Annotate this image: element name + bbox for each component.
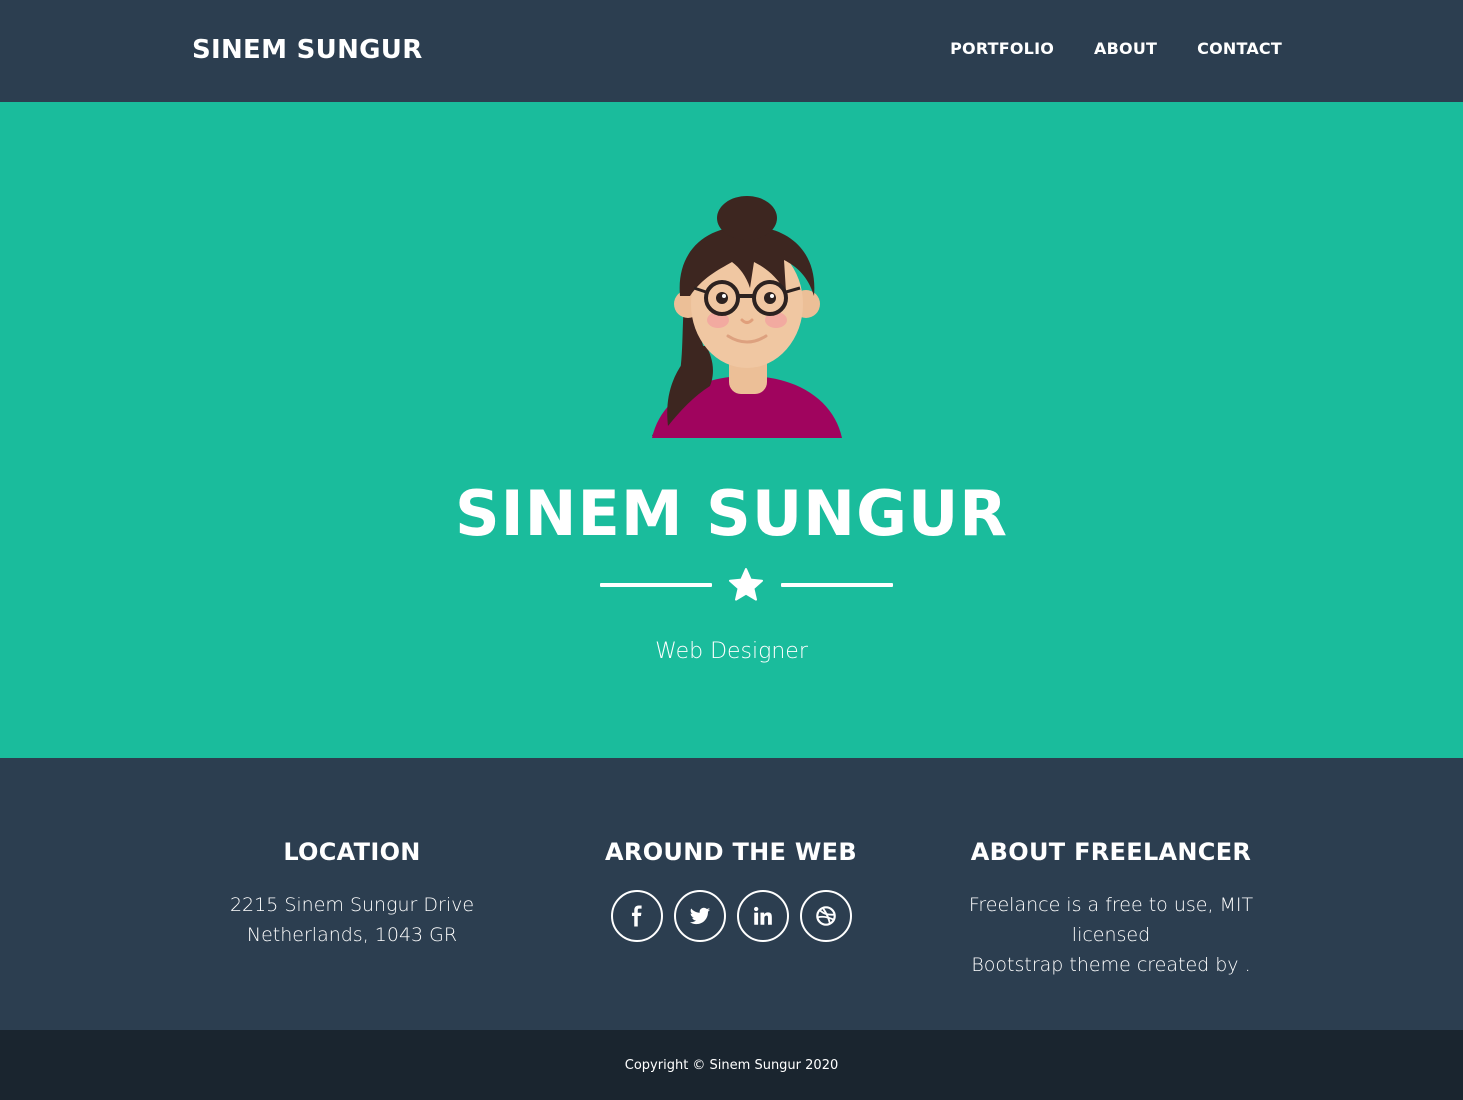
footer-social: AROUND THE WEB <box>571 836 891 942</box>
social-heading: AROUND THE WEB <box>605 838 857 866</box>
nav-links: PORTFOLIO ABOUT CONTACT <box>950 38 1282 60</box>
nav-link-about[interactable]: ABOUT <box>1094 38 1157 60</box>
hero-title: SINEM SUNGUR <box>454 477 1009 550</box>
about-heading: ABOUT FREELANCER <box>970 838 1252 866</box>
navbar: SINEM SUNGUR PORTFOLIO ABOUT CONTACT <box>0 0 1463 102</box>
star-divider <box>600 567 893 603</box>
about-line-1: Freelance is a free to use, MIT licensed <box>968 894 1254 946</box>
nav-link-portfolio[interactable]: PORTFOLIO <box>950 38 1054 60</box>
location-heading: LOCATION <box>283 838 421 866</box>
copyright-text: Copyright © Sinem Sungur 2020 <box>624 1058 839 1073</box>
facebook-button[interactable] <box>610 890 663 942</box>
twitter-button[interactable] <box>673 890 726 942</box>
social-links <box>571 890 891 942</box>
facebook-icon <box>631 905 642 927</box>
copyright-bar: Copyright © Sinem Sungur 2020 <box>0 1030 1463 1100</box>
nav-link-contact[interactable]: CONTACT <box>1197 38 1282 60</box>
footer: LOCATION 2215 Sinem Sungur Drive Netherl… <box>0 758 1463 1030</box>
brand-link[interactable]: SINEM SUNGUR <box>192 33 423 67</box>
hero-subtitle: Web Designer <box>655 639 808 664</box>
dribbble-button[interactable] <box>799 890 852 942</box>
star-icon <box>729 568 763 601</box>
footer-location: LOCATION 2215 Sinem Sungur Drive Netherl… <box>192 836 512 950</box>
footer-about: ABOUT FREELANCER Freelance is a free to … <box>930 836 1292 980</box>
masthead: SINEM SUNGUR Web Designer <box>0 102 1463 758</box>
divider-line-left <box>600 583 712 587</box>
divider-line-right <box>781 583 893 587</box>
linkedin-button[interactable] <box>736 890 789 942</box>
twitter-icon <box>689 907 710 925</box>
about-line-2: Bootstrap theme created by . <box>971 954 1251 976</box>
location-line-2: Netherlands, 1043 GR <box>246 924 458 946</box>
dribbble-icon <box>815 906 836 926</box>
linkedin-icon <box>753 906 772 925</box>
location-line-1: 2215 Sinem Sungur Drive <box>229 894 475 916</box>
female-avatar-icon <box>652 196 842 438</box>
